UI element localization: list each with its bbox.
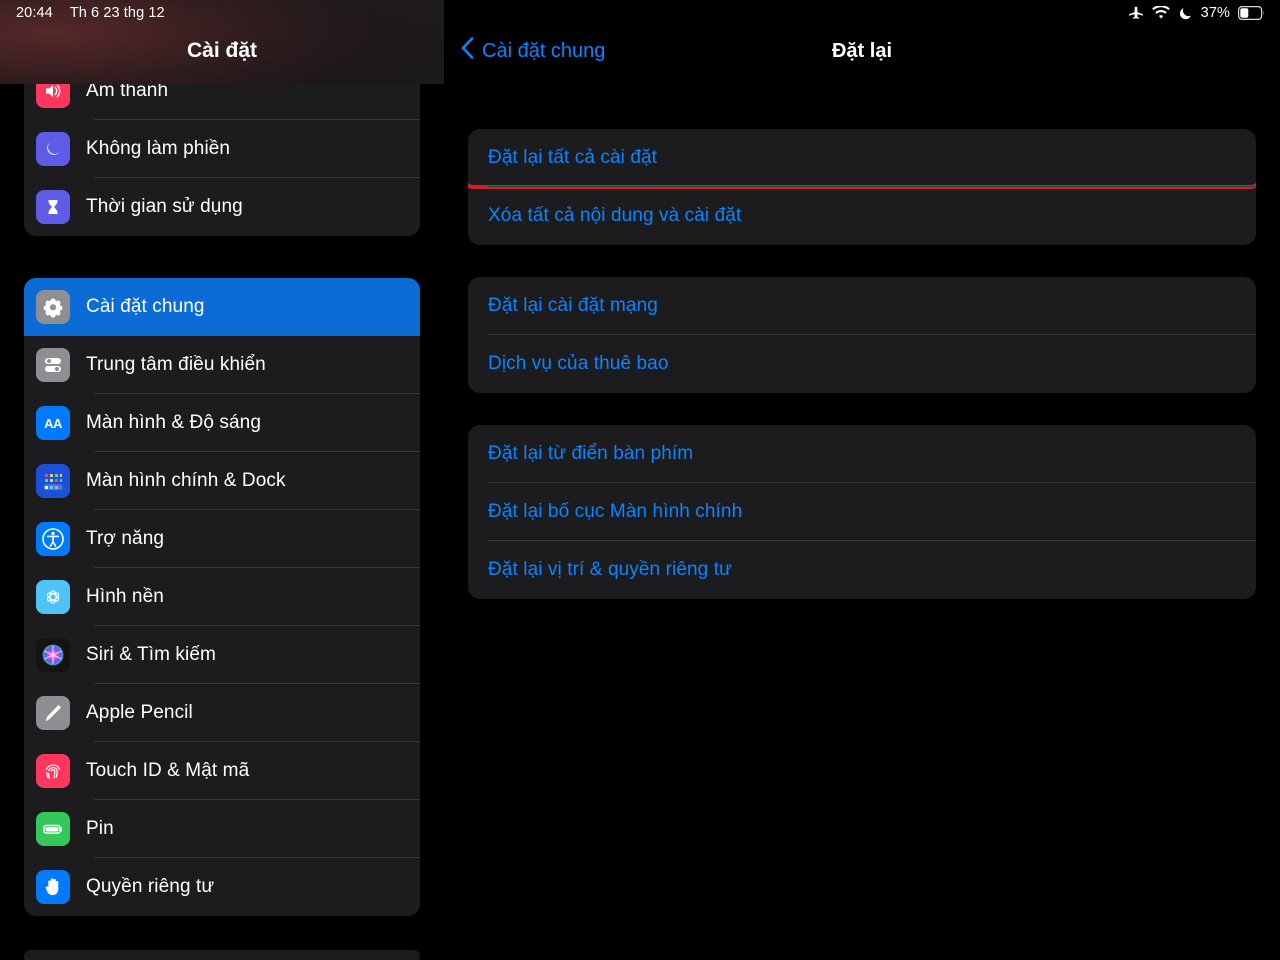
row-label: Đặt lại từ điển bàn phím (488, 443, 694, 464)
row-label: Đặt lại tất cả cài đặt (488, 147, 658, 168)
sidebar-item-label: Trung tâm điều khiển (86, 354, 266, 375)
accessibility-icon (36, 522, 70, 556)
sidebar-item-label: Quyền riêng tư (86, 876, 215, 897)
sidebar-item-cai-dat-chung[interactable]: Cài đặt chung (24, 278, 420, 336)
sidebar-item-touch-id-mat-ma[interactable]: Touch ID & Mật mã (24, 742, 420, 800)
back-button[interactable]: Cài đặt chung (461, 37, 605, 65)
sidebar-item-label: Không làm phiền (86, 138, 231, 159)
sidebar-item-label: Hình nền (86, 586, 164, 607)
battery-icon (36, 812, 70, 846)
sidebar-item-thoi-gian-su-dung[interactable]: Thời gian sử dụng (24, 178, 420, 236)
back-button-label: Cài đặt chung (482, 39, 606, 62)
sidebar-item-khong-lam-phien[interactable]: Không làm phiền (24, 120, 420, 178)
reset-home-screen-layout-row[interactable]: Đặt lại bố cục Màn hình chính (468, 483, 1256, 541)
home-screen-dock-icon (36, 464, 70, 498)
sidebar-item-pin[interactable]: Pin (24, 800, 420, 858)
chevron-left-icon (461, 37, 474, 65)
sidebar-item-hinh-nen[interactable]: Hình nền (24, 568, 420, 626)
reset-location-privacy-row[interactable]: Đặt lại vị trí & quyền riêng tư (468, 541, 1256, 599)
sidebar-item-apple-pencil[interactable]: Apple Pencil (24, 684, 420, 742)
reset-detail-pane: Cài đặt chung Đặt lại Đặt lại tất cả cài… (444, 0, 1280, 960)
privacy-hand-icon (36, 870, 70, 904)
sidebar-group-main: Cài đặt chung Trung tâm điều khiển AA Mà… (24, 278, 420, 916)
control-center-icon (36, 348, 70, 382)
reset-network-settings-row[interactable]: Đặt lại cài đặt mạng (468, 277, 1256, 335)
sidebar-item-label: Pin (86, 818, 114, 839)
display-brightness-icon: AA (36, 406, 70, 440)
apple-pencil-icon (36, 696, 70, 730)
gear-icon (36, 290, 70, 324)
row-label: Dịch vụ của thuê bao (488, 353, 669, 374)
moon-icon (36, 132, 70, 166)
erase-all-content-row[interactable]: Xóa tất cả nội dung và cài đặt (468, 187, 1256, 245)
sidebar-group-top: Âm thanh Không làm phiền Thời gian sử dụ… (24, 62, 420, 236)
sidebar-title: Cài đặt (186, 39, 257, 62)
sidebar-item-man-hinh-chinh-dock[interactable]: Màn hình chính & Dock (24, 452, 420, 510)
sidebar-item-man-hinh-do-sang[interactable]: AA Màn hình & Độ sáng (24, 394, 420, 452)
subscriber-services-row[interactable]: Dịch vụ của thuê bao (468, 335, 1256, 393)
reset-group-3: Đặt lại từ điển bàn phím Đặt lại bố cục … (468, 425, 1256, 599)
sidebar-item-label: Thời gian sử dụng (86, 196, 243, 217)
row-label: Đặt lại bố cục Màn hình chính (488, 501, 743, 522)
siri-icon (36, 638, 70, 672)
reset-keyboard-dictionary-row[interactable]: Đặt lại từ điển bàn phím (468, 425, 1256, 483)
row-label: Đặt lại vị trí & quyền riêng tư (488, 559, 732, 580)
row-label: Đặt lại cài đặt mạng (488, 295, 658, 316)
reset-group-2: Đặt lại cài đặt mạng Dịch vụ của thuê ba… (468, 277, 1256, 393)
sidebar-item-label: Trợ năng (86, 528, 165, 549)
sidebar-scroll-area[interactable]: Âm thanh Không làm phiền Thời gian sử dụ… (0, 0, 444, 960)
sidebar-item-label: Màn hình & Độ sáng (86, 412, 262, 433)
row-label: Xóa tất cả nội dung và cài đặt (488, 205, 742, 226)
navigation-bar: Cài đặt chung Đặt lại (444, 0, 1280, 84)
hourglass-icon (36, 190, 70, 224)
sidebar-item-siri-tim-kiem[interactable]: Siri & Tìm kiếm (24, 626, 420, 684)
sidebar-item-label: Apple Pencil (86, 702, 193, 723)
wallpaper-icon (36, 580, 70, 614)
sidebar-item-tro-nang[interactable]: Trợ năng (24, 510, 420, 568)
reset-group-1: Đặt lại tất cả cài đặt Xóa tất cả nội du… (468, 129, 1256, 245)
sidebar-item-label: Touch ID & Mật mã (86, 760, 250, 781)
sidebar-item-label: Cài đặt chung (86, 296, 205, 317)
sidebar-item-label: Màn hình chính & Dock (86, 470, 286, 491)
reset-all-settings-row[interactable]: Đặt lại tất cả cài đặt (468, 129, 1256, 189)
sidebar-item-quyen-rieng-tu[interactable]: Quyền riêng tư (24, 858, 420, 916)
ipad-settings-screen: 20:44 Th 6 23 thg 12 37% Âm thanh Không … (0, 0, 1280, 960)
touch-id-icon (36, 754, 70, 788)
sidebar-item-trung-tam-dieu-khien[interactable]: Trung tâm điều khiển (24, 336, 420, 394)
sidebar-item-label: Siri & Tìm kiếm (86, 644, 216, 665)
settings-sidebar[interactable]: Âm thanh Không làm phiền Thời gian sử dụ… (0, 0, 444, 960)
sidebar-group-next-partial (24, 950, 420, 960)
